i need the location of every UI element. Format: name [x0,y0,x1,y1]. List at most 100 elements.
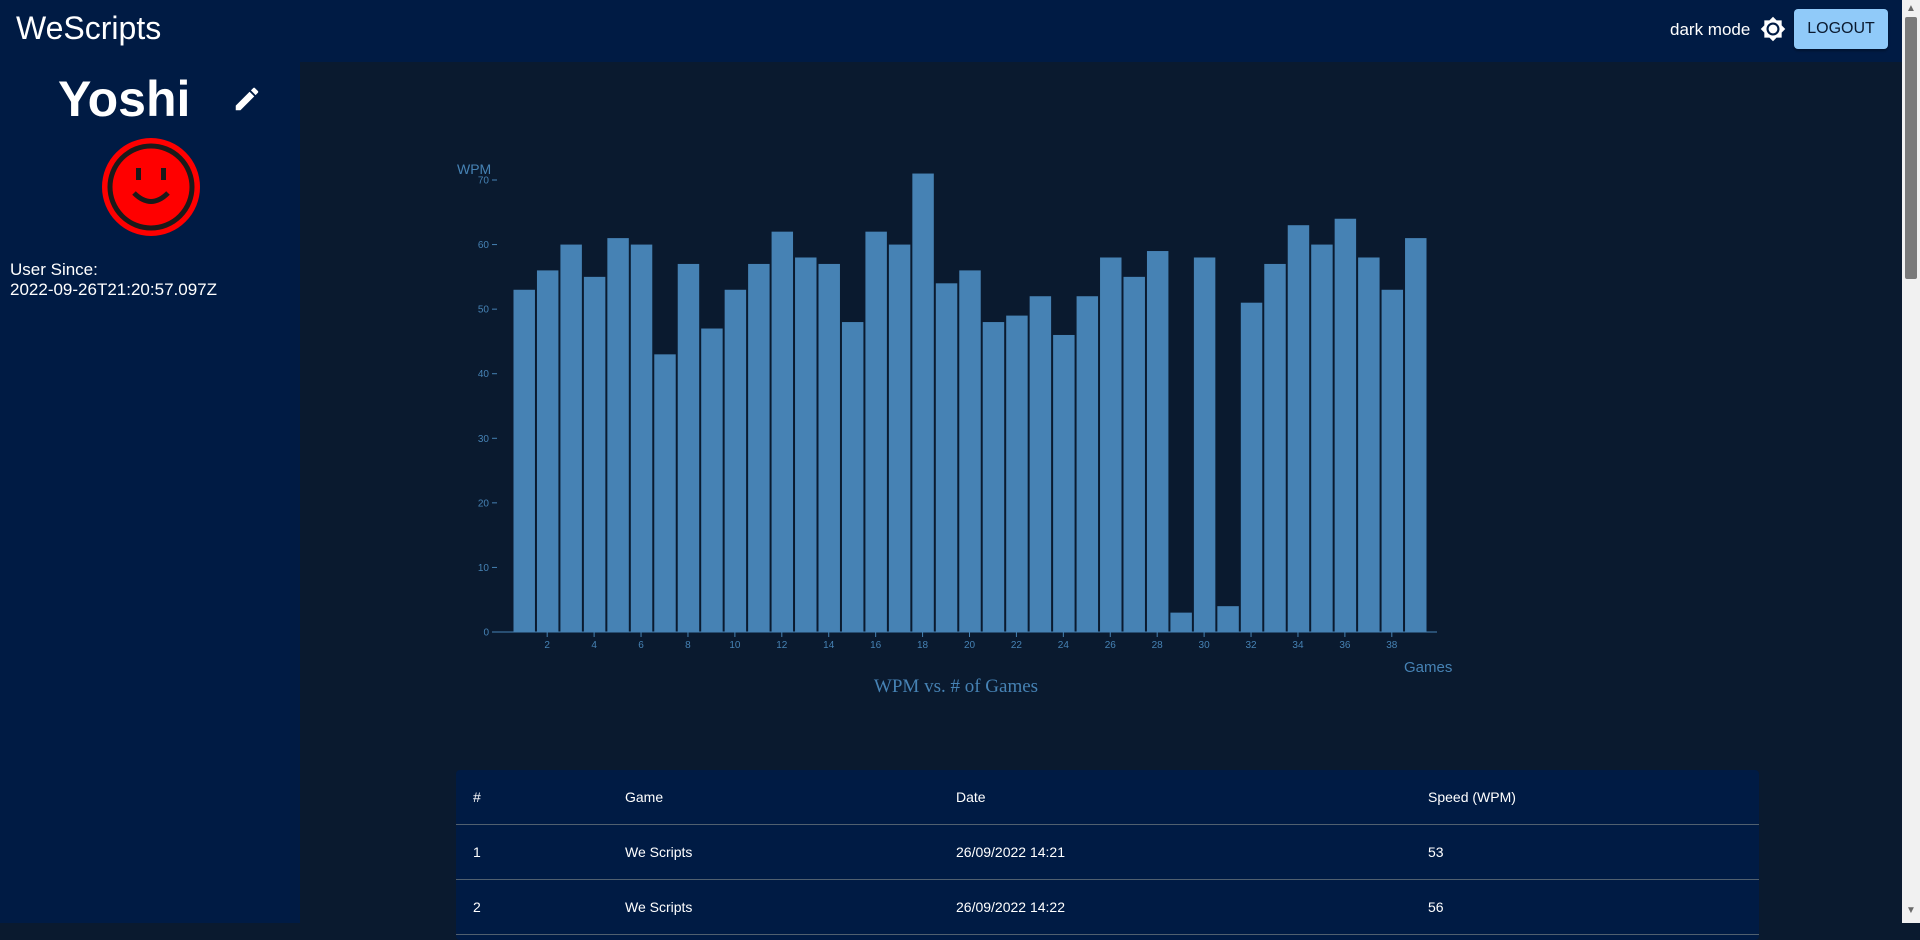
x-tick-label: 34 [1292,640,1304,651]
column-header-date[interactable]: Date [939,770,1411,825]
chart-bar [654,354,676,632]
chart-bar [1334,218,1357,633]
avatar-smiley-icon [102,138,200,236]
chart-bar [1006,315,1028,632]
x-tick-label: 28 [1152,640,1164,651]
x-tick-label: 6 [638,640,644,651]
x-tick-label: 12 [776,640,788,651]
y-axis-label: WPM [457,161,491,177]
scroll-up-arrow-icon[interactable]: ▲ [1906,3,1916,14]
x-tick-label: 30 [1199,640,1211,651]
chart-title: WPM vs. # of Games [874,676,1038,697]
page-scrollbar[interactable]: ▲ ▼ [1902,0,1920,923]
chart-bar [748,263,770,632]
chart-bar [630,244,653,632]
y-tick-label: 0 [483,628,489,639]
x-tick-label: 36 [1339,640,1351,651]
chart-bar [959,270,981,632]
chart-bar [1100,257,1122,632]
chart-bar [1381,289,1404,632]
chart-bar [1358,257,1380,632]
x-tick-label: 32 [1245,640,1257,651]
main-content: 2 4 6 8 10 12 14 16 18 20 22 24 26 28 30 32 34 36 38 0 10 20 3… [300,62,1902,940]
cell-number: 1 [456,824,608,880]
cell-date: 26/09/2022 14:22 [939,879,1411,935]
username: Yoshi [58,71,191,127]
dark-mode-label: dark mode [1670,20,1751,39]
cell-speed: 56 [1411,879,1759,935]
x-tick-label: 24 [1058,640,1070,651]
user-since-value: 2022-09-26T21:20:57.097Z [10,280,217,299]
cell-game: We Scripts [608,824,939,880]
brand-title[interactable]: WeScripts [16,10,161,47]
y-tick-label: 40 [478,369,490,380]
chart-bar [935,283,958,632]
column-header-speed[interactable]: Speed (WPM) [1411,770,1759,825]
cell-game: We Scripts [608,879,939,935]
chart-bar [841,322,864,632]
table-row[interactable]: 1 We Scripts 26/09/2022 14:21 53 [456,824,1759,880]
y-tick-label: 50 [478,305,490,316]
x-tick-label: 38 [1386,640,1398,651]
y-tick-label: 60 [478,240,490,251]
profile-sidebar: Yoshi User Since: 2022-09-26T21:20:57.09… [0,62,300,923]
table-header-row: # Game Date Speed (WPM) [456,770,1759,825]
chart-bar [1193,257,1216,632]
games-table: # Game Date Speed (WPM) 1 We Scripts 26/… [456,770,1759,935]
x-tick-label: 4 [591,640,597,651]
x-tick-label: 8 [685,640,691,651]
chart-bar [888,244,911,632]
chart-bar [536,270,559,632]
user-since: User Since: 2022-09-26T21:20:57.097Z [10,260,300,300]
chart-bar [607,238,629,633]
chart-bar [560,244,582,632]
table-row[interactable]: 2 We Scripts 26/09/2022 14:22 56 [456,879,1759,935]
logout-button[interactable]: LOGOUT [1794,9,1888,49]
chart-bar [982,322,1005,632]
chart-bar [1076,296,1099,632]
user-since-label: User Since: [10,260,98,279]
x-tick-label: 10 [729,640,741,651]
chart-bar [1264,263,1286,632]
chart-bar [865,231,887,632]
scroll-down-arrow-icon[interactable]: ▼ [1906,905,1916,916]
wpm-bar-chart: 2 4 6 8 10 12 14 16 18 20 22 24 26 28 30 32 34 36 38010203… [457,161,1452,697]
x-tick-label: 22 [1011,640,1023,651]
x-tick-label: 16 [870,640,882,651]
cell-number: 2 [456,879,608,935]
chart-bar [724,289,747,632]
x-tick-label: 2 [544,640,550,651]
chart-bar [771,231,794,632]
chart-bar [818,263,840,632]
chart-bar [1217,606,1239,632]
y-tick-label: 70 [478,176,490,187]
chart-bar [677,263,700,632]
y-tick-label: 20 [478,498,490,509]
chart-bar [1287,225,1310,632]
chart-bar [583,276,606,632]
brightness-icon[interactable] [1760,16,1786,42]
chart-bar [1146,251,1169,632]
cell-date: 26/09/2022 14:21 [939,824,1411,880]
scroll-thumb[interactable] [1905,17,1917,279]
x-axis-label: Games [1404,659,1452,676]
chart-bar [1123,276,1145,632]
top-app-bar: WeScripts dark mode LOGOUT [0,0,1902,62]
chart-bar [1405,238,1427,633]
chart-bar [795,257,817,632]
y-tick-label: 30 [478,434,490,445]
y-tick-label: 10 [478,563,490,574]
column-header-number[interactable]: # [456,770,608,825]
chart-bar [912,173,934,632]
cell-speed: 53 [1411,824,1759,880]
chart-bar [1029,296,1052,632]
x-tick-label: 26 [1105,640,1117,651]
edit-pencil-icon[interactable] [232,84,262,114]
chart-bar [513,289,535,632]
chart-bar [1053,334,1075,632]
games-table-card: # Game Date Speed (WPM) 1 We Scripts 26/… [456,770,1759,940]
x-tick-label: 20 [964,640,976,651]
column-header-game[interactable]: Game [608,770,939,825]
chart-bar [1240,302,1263,632]
x-tick-label: 14 [823,640,835,651]
